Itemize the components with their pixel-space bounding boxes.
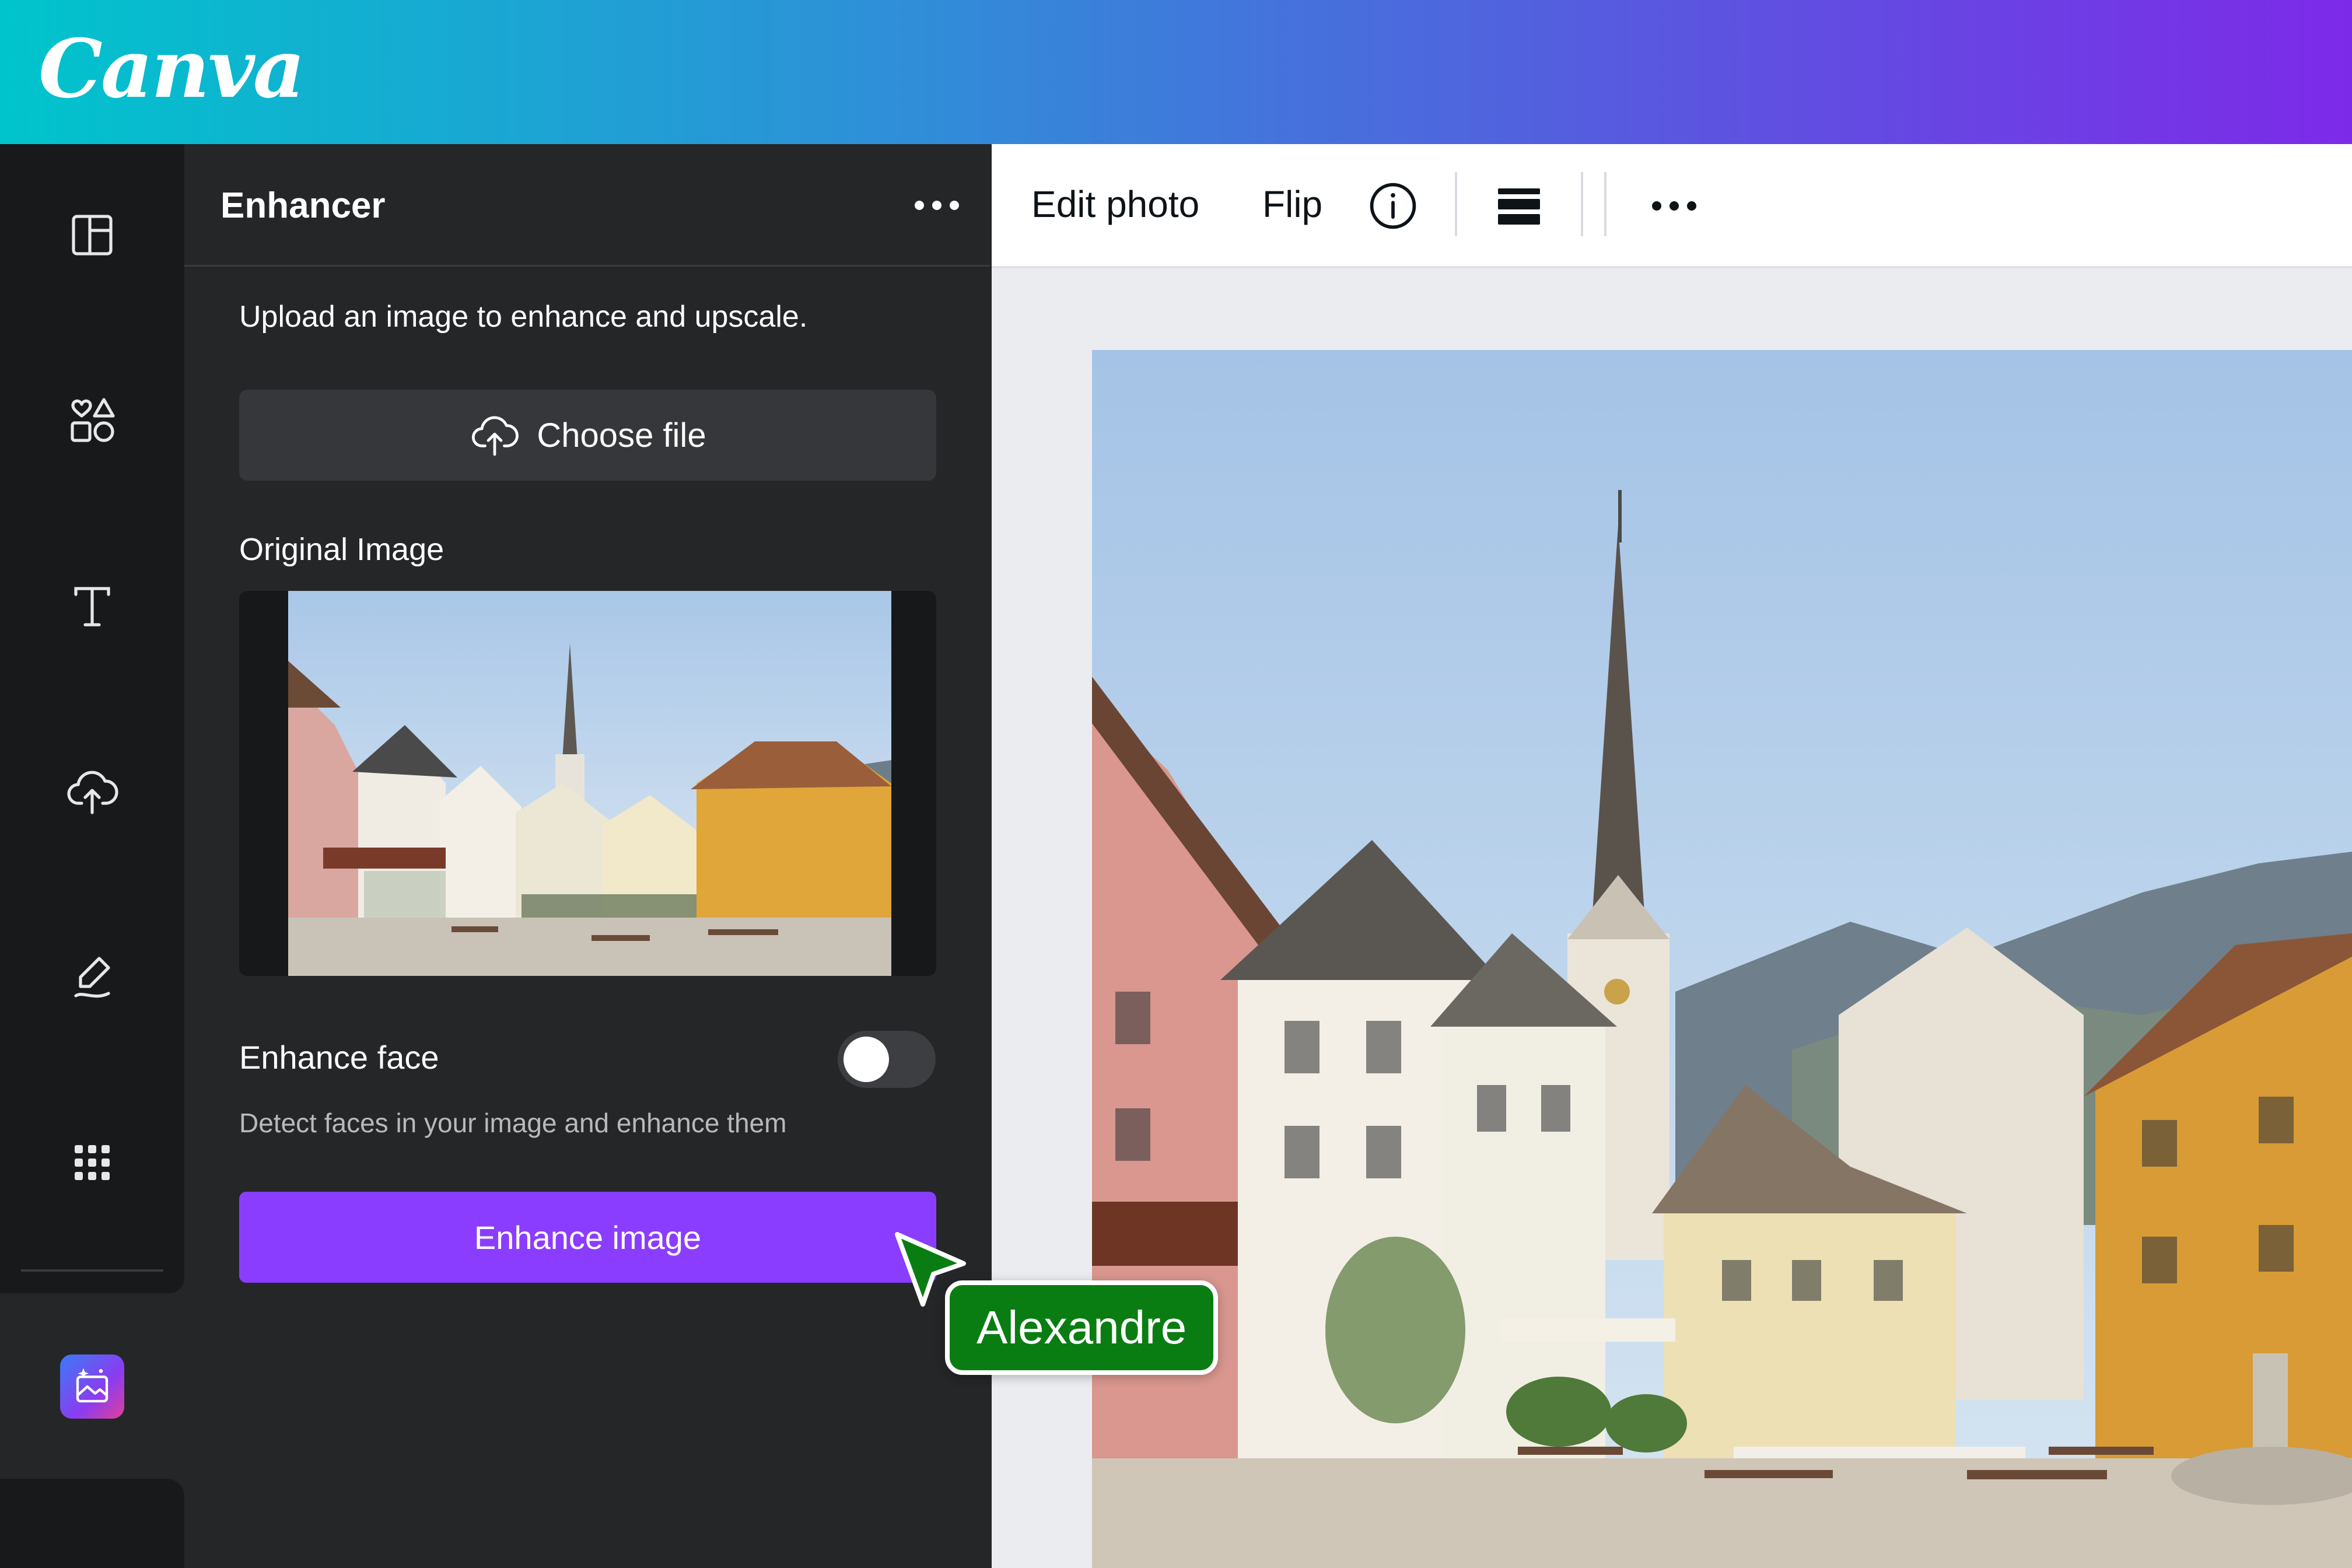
choose-file-button[interactable]: Choose file bbox=[239, 390, 936, 481]
enhancer-panel: Enhancer Upload an image to enhance and … bbox=[184, 144, 990, 1568]
panel-description: Upload an image to enhance and upscale. bbox=[239, 300, 808, 334]
original-image-thumbnail bbox=[288, 591, 891, 976]
original-image-label: Original Image bbox=[239, 532, 444, 567]
elements-icon[interactable] bbox=[57, 386, 127, 456]
magic-image-icon[interactable] bbox=[60, 1354, 124, 1419]
toolbar-more-options-icon[interactable] bbox=[1639, 177, 1709, 235]
flip-button[interactable]: Flip bbox=[1262, 183, 1322, 226]
cloud-upload-icon bbox=[472, 416, 519, 456]
edit-photo-button[interactable]: Edit photo bbox=[1031, 183, 1199, 226]
panel-header: Enhancer bbox=[184, 144, 990, 267]
toolbar-separator bbox=[1604, 172, 1606, 236]
enhance-face-toggle[interactable] bbox=[838, 1031, 936, 1088]
panel-title: Enhancer bbox=[220, 186, 386, 226]
position-layers-icon[interactable] bbox=[1490, 177, 1548, 235]
toggle-knob bbox=[844, 1037, 889, 1082]
editor-toolbar: Edit photo Flip bbox=[992, 144, 2352, 268]
canvas-photo[interactable] bbox=[1092, 350, 2352, 1568]
choose-file-label: Choose file bbox=[537, 416, 706, 454]
original-image-frame bbox=[239, 591, 936, 976]
panel-more-options-icon[interactable] bbox=[902, 179, 972, 232]
draw-icon[interactable] bbox=[57, 942, 127, 1012]
enhance-face-label: Enhance face bbox=[239, 1039, 439, 1076]
enhance-image-button[interactable]: Enhance image bbox=[239, 1192, 936, 1283]
side-rail bbox=[0, 144, 184, 1293]
rail-footer bbox=[0, 1479, 184, 1568]
toolbar-separator bbox=[1455, 172, 1457, 236]
upload-icon[interactable] bbox=[57, 757, 127, 827]
toolbar-separator bbox=[1581, 172, 1583, 236]
enhance-face-description: Detect faces in your image and enhance t… bbox=[239, 1108, 787, 1138]
rail-divider bbox=[21, 1269, 163, 1272]
top-header: Canva bbox=[0, 0, 2352, 144]
info-icon[interactable] bbox=[1364, 177, 1422, 235]
apps-grid-icon[interactable] bbox=[57, 1128, 127, 1198]
text-icon[interactable] bbox=[57, 571, 127, 641]
canva-logo[interactable]: Canva bbox=[38, 21, 305, 116]
layout-icon[interactable] bbox=[57, 200, 127, 270]
collaborator-name-tag: Alexandre bbox=[945, 1280, 1219, 1375]
